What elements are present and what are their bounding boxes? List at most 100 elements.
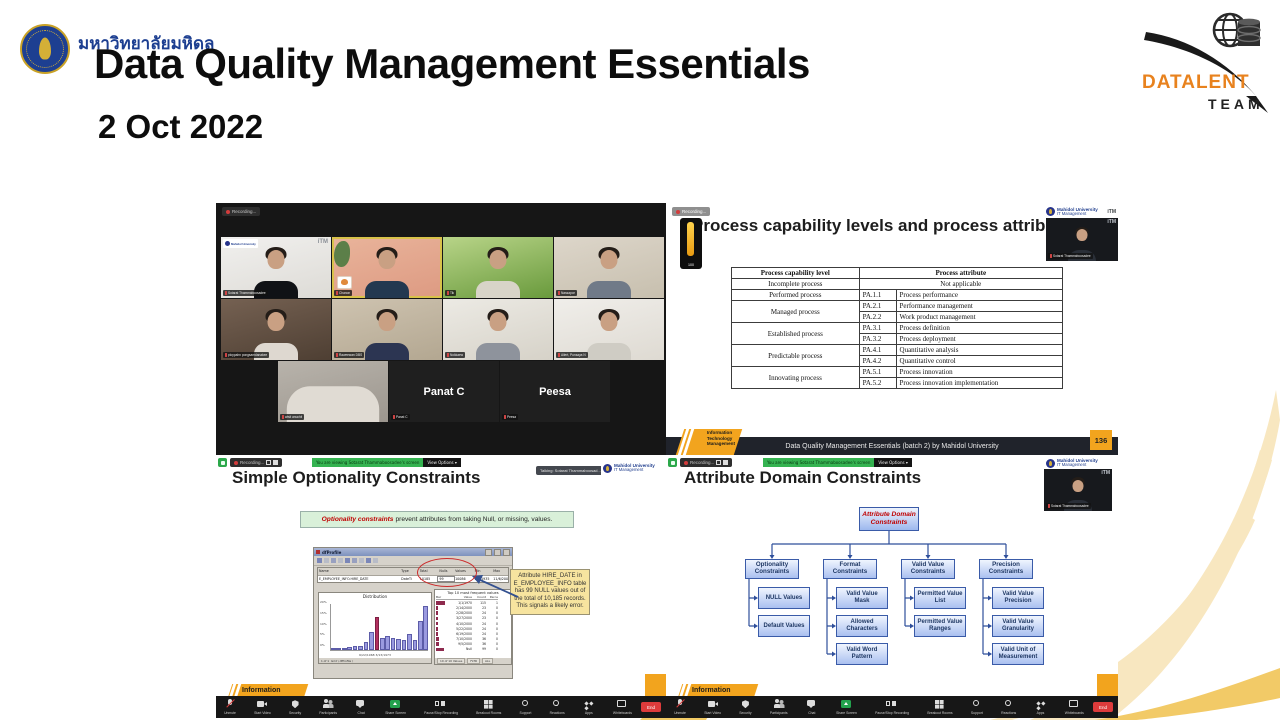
- toolbar-item-unmute[interactable]: Unmute: [674, 699, 686, 715]
- itm-mark: iTM: [1107, 209, 1116, 215]
- security-icon: [739, 699, 751, 709]
- share-screen-icon: [390, 699, 402, 709]
- definition-callout: Optionality constraints prevent attribut…: [300, 511, 574, 528]
- histogram-bar: [347, 647, 352, 650]
- zoom-gallery-screenshot: Recording... Mahidol UniversityiTMSotara…: [216, 203, 666, 455]
- toolbar-item-label: Support: [520, 711, 532, 715]
- window-status-bar: 1 of 1 Grid \ dfProfile /: [319, 658, 431, 663]
- muted-mic-icon: [225, 291, 227, 294]
- participant-video-tile: Nassapon: [554, 237, 664, 298]
- histogram-bar: [364, 642, 369, 650]
- toolbar-item-label: Share Screen: [836, 711, 857, 715]
- view-options-button[interactable]: View Options ▾: [874, 458, 911, 467]
- top10-status-bar: 10 of 10 Values FLTR ALL: [435, 658, 511, 664]
- participant-name-chip: Peesa: [502, 414, 518, 420]
- muted-mic-icon: [447, 291, 449, 294]
- y-axis-tick: 10%: [320, 623, 327, 626]
- toolbar-item-apps[interactable]: Apps: [583, 699, 595, 715]
- table-cell: PA.2.2: [859, 312, 896, 323]
- toolbar-item-label: Pause/Stop Recording: [424, 711, 458, 715]
- grid-column-header: Name: [318, 569, 400, 573]
- zoom-toolbar: Unmute Start Video Security Participants Cha…: [666, 696, 1118, 718]
- red-circle-annotation: [417, 558, 477, 587]
- toolbar-item-chat[interactable]: Chat: [355, 699, 367, 715]
- whiteboards-icon: [616, 699, 628, 709]
- muted-mic-icon: [225, 353, 227, 356]
- view-options-button[interactable]: View Options ▾: [423, 458, 460, 467]
- toolbar-item-breakout-rooms[interactable]: Breakout Rooms: [476, 699, 501, 715]
- histogram-bar: [402, 640, 407, 650]
- toolbar-item-share-screen[interactable]: Share Screen: [385, 699, 406, 715]
- participant-name-chip: Nokkaew: [445, 352, 465, 358]
- table-header-level: Process capability level: [732, 268, 860, 279]
- toolbar-item-participants[interactable]: Participants: [319, 699, 337, 715]
- toolbar-item-label: Reactions: [550, 711, 565, 715]
- toolbar-item-label: Start Video: [254, 711, 271, 715]
- toolbar-item-apps[interactable]: Apps: [1035, 699, 1047, 715]
- toolbar-item-whiteboards[interactable]: Whiteboards: [1065, 699, 1084, 715]
- participant-silhouette: [443, 237, 553, 298]
- toolbar-item-label: Whiteboards: [613, 711, 632, 715]
- pause-icon[interactable]: [716, 460, 721, 465]
- toolbar-item-reactions[interactable]: Reactions: [1001, 699, 1016, 715]
- stop-icon[interactable]: [723, 460, 728, 465]
- participant-name-chip: Ailert, Punsaya N: [556, 352, 588, 358]
- stop-icon[interactable]: [273, 460, 278, 465]
- itm-watermark: iTM: [318, 239, 328, 245]
- toolbar-item-unmute[interactable]: Unmute: [224, 699, 236, 715]
- slider-value: 100: [680, 263, 702, 267]
- screen-viewing-banner: You are viewing Sotarat Thammaboosadee's…: [763, 458, 912, 467]
- window-titlebar[interactable]: dfProfile: [314, 548, 512, 556]
- participant-name-chip: ploypahn pongsamdanakee: [223, 352, 269, 358]
- whiteboards-icon: [1068, 699, 1080, 709]
- participant-name-tile: Panat CPanat C: [389, 361, 499, 422]
- participants-icon: [773, 699, 785, 709]
- apps-icon: [583, 699, 595, 709]
- toolbar-item-reactions[interactable]: Reactions: [550, 699, 565, 715]
- minimize-button[interactable]: [485, 549, 492, 556]
- histogram-bar: [418, 621, 423, 650]
- toolbar-item-label: Unmute: [674, 711, 686, 715]
- histogram-bar: [369, 632, 374, 650]
- toolbar-item-label: Participants: [770, 711, 788, 715]
- toolbar-item-whiteboards[interactable]: Whiteboards: [613, 699, 632, 715]
- histogram-x-label: 6/22/1968 3/13/1973: [319, 653, 431, 657]
- process-capability-slide-screenshot: Recording... 100 Process capability leve…: [666, 203, 1118, 455]
- toolbar-item-start-video[interactable]: Start Video: [254, 699, 271, 715]
- page-title: Data Quality Management Essentials: [94, 40, 810, 88]
- histogram-bar: [423, 606, 428, 650]
- screen-viewing-banner: You are viewing Sotarat Thammaboosadee's…: [312, 458, 461, 467]
- histogram-bar: [353, 646, 358, 650]
- toolbar-item-pause-stop-recording[interactable]: Pause/Stop Recording: [424, 699, 458, 715]
- toolbar-item-support[interactable]: Support: [520, 699, 532, 715]
- end-meeting-button[interactable]: End: [641, 702, 661, 712]
- toolbar-item-participants[interactable]: Participants: [770, 699, 788, 715]
- maximize-button[interactable]: [494, 549, 501, 556]
- annotation-slider[interactable]: 100: [680, 218, 702, 269]
- participant-silhouette: [554, 299, 664, 360]
- toolbar-item-support[interactable]: Support: [971, 699, 983, 715]
- toolbar-item-label: Apps: [1037, 711, 1045, 715]
- toolbar-item-start-video[interactable]: Start Video: [704, 699, 721, 715]
- table-cell: PA.3.1: [859, 323, 896, 334]
- toolbar-item-share-screen[interactable]: Share Screen: [836, 699, 857, 715]
- recording-badge: Recording...: [680, 458, 732, 467]
- toolbar-item-chat[interactable]: Chat: [806, 699, 818, 715]
- toolbar-item-label: Security: [739, 711, 751, 715]
- table-cell: Process definition: [896, 323, 1062, 334]
- toolbar-item-breakout-rooms[interactable]: Breakout Rooms: [927, 699, 952, 715]
- toolbar-item-label: Reactions: [1001, 711, 1016, 715]
- toolbar-item-pause-stop-recording[interactable]: Pause/Stop Recording: [875, 699, 909, 715]
- close-button[interactable]: [503, 549, 510, 556]
- toolbar-item-security[interactable]: Security: [289, 699, 301, 715]
- toolbar-item-security[interactable]: Security: [739, 699, 751, 715]
- muted-mic-icon: [282, 415, 284, 418]
- pause-icon[interactable]: [266, 460, 271, 465]
- participant-video-tile: Chanon: [332, 237, 442, 298]
- end-meeting-button[interactable]: End: [1093, 702, 1113, 712]
- toolbar-item-label: Breakout Rooms: [476, 711, 501, 715]
- table-cell: PA.5.1: [859, 367, 896, 378]
- histogram-bar: [380, 638, 385, 650]
- unmute-icon: [674, 699, 686, 709]
- toolbar-item-label: Share Screen: [385, 711, 406, 715]
